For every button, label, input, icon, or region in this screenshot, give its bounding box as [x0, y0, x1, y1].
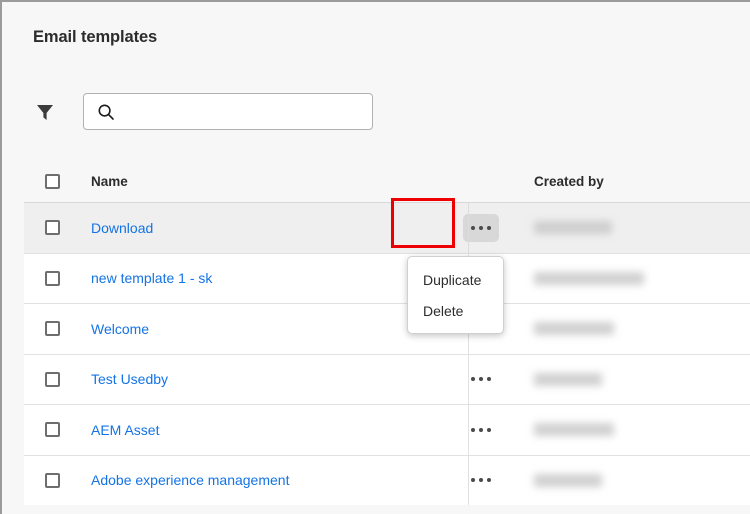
template-name-link[interactable]: Adobe experience management — [91, 472, 289, 488]
table-row[interactable]: Adobe experience management — [24, 455, 750, 506]
search-input[interactable] — [84, 94, 372, 129]
search-box[interactable] — [83, 93, 373, 130]
redacted-value — [534, 474, 602, 487]
row-name-cell: Adobe experience management — [70, 472, 448, 488]
table-row[interactable]: Download — [24, 202, 750, 253]
more-options-icon — [471, 478, 491, 482]
toolbar — [32, 93, 373, 130]
row-created-by-cell — [514, 272, 750, 285]
template-name-link[interactable]: new template 1 - sk — [91, 270, 212, 286]
table-row[interactable]: AEM Asset — [24, 404, 750, 455]
template-name-link[interactable]: Welcome — [91, 321, 149, 337]
menu-item-delete[interactable]: Delete — [408, 295, 503, 326]
redacted-value — [534, 373, 602, 386]
row-select-cell — [24, 321, 70, 336]
page-title: Email templates — [33, 28, 157, 47]
row-checkbox[interactable] — [45, 321, 60, 336]
row-checkbox[interactable] — [45, 473, 60, 488]
email-templates-page: Email templates Name Creat — [0, 0, 750, 514]
row-checkbox[interactable] — [45, 372, 60, 387]
row-created-by-cell — [514, 423, 750, 436]
row-select-cell — [24, 473, 70, 488]
table-row[interactable]: Test Usedby — [24, 354, 750, 405]
row-checkbox[interactable] — [45, 422, 60, 437]
template-name-link[interactable]: Test Usedby — [91, 371, 168, 387]
redacted-value — [534, 272, 644, 285]
more-options-icon — [471, 428, 491, 432]
column-header-name[interactable]: Name — [70, 174, 448, 189]
menu-item-duplicate[interactable]: Duplicate — [408, 264, 503, 295]
row-name-cell: Test Usedby — [70, 371, 448, 387]
row-actions-button[interactable] — [463, 416, 499, 444]
row-actions-cell — [448, 466, 514, 494]
redacted-value — [534, 322, 614, 335]
more-options-icon — [471, 226, 491, 230]
table-row[interactable]: Welcome — [24, 303, 750, 354]
row-select-cell — [24, 220, 70, 235]
row-name-cell: Download — [70, 220, 448, 236]
row-select-cell — [24, 422, 70, 437]
row-actions-cell — [448, 214, 514, 242]
row-checkbox[interactable] — [45, 220, 60, 235]
row-actions-button[interactable] — [463, 466, 499, 494]
column-header-created-by[interactable]: Created by — [514, 174, 750, 189]
row-actions-cell — [448, 365, 514, 393]
select-all-cell — [24, 174, 70, 189]
template-name-link[interactable]: Download — [91, 220, 153, 236]
email-templates-table: Name Created by Download new template 1 -… — [24, 160, 750, 514]
row-name-cell: Welcome — [70, 321, 448, 337]
table-header-row: Name Created by — [24, 160, 750, 202]
row-select-cell — [24, 271, 70, 286]
row-created-by-cell — [514, 322, 750, 335]
row-created-by-cell — [514, 373, 750, 386]
row-name-cell: new template 1 - sk — [70, 270, 448, 286]
row-name-cell: AEM Asset — [70, 422, 448, 438]
row-actions-button[interactable] — [463, 214, 499, 242]
row-checkbox[interactable] — [45, 271, 60, 286]
row-created-by-cell — [514, 221, 750, 234]
row-actions-cell — [448, 416, 514, 444]
row-actions-button[interactable] — [463, 365, 499, 393]
more-options-icon — [471, 377, 491, 381]
redacted-value — [534, 423, 614, 436]
table-body: Download new template 1 - sk Welcome Test U… — [24, 202, 750, 505]
select-all-checkbox[interactable] — [45, 174, 60, 189]
template-name-link[interactable]: AEM Asset — [91, 422, 159, 438]
row-created-by-cell — [514, 474, 750, 487]
table-row[interactable]: new template 1 - sk — [24, 253, 750, 304]
redacted-value — [534, 221, 612, 234]
row-select-cell — [24, 372, 70, 387]
filter-icon[interactable] — [32, 99, 58, 125]
row-context-menu: Duplicate Delete — [407, 256, 504, 334]
